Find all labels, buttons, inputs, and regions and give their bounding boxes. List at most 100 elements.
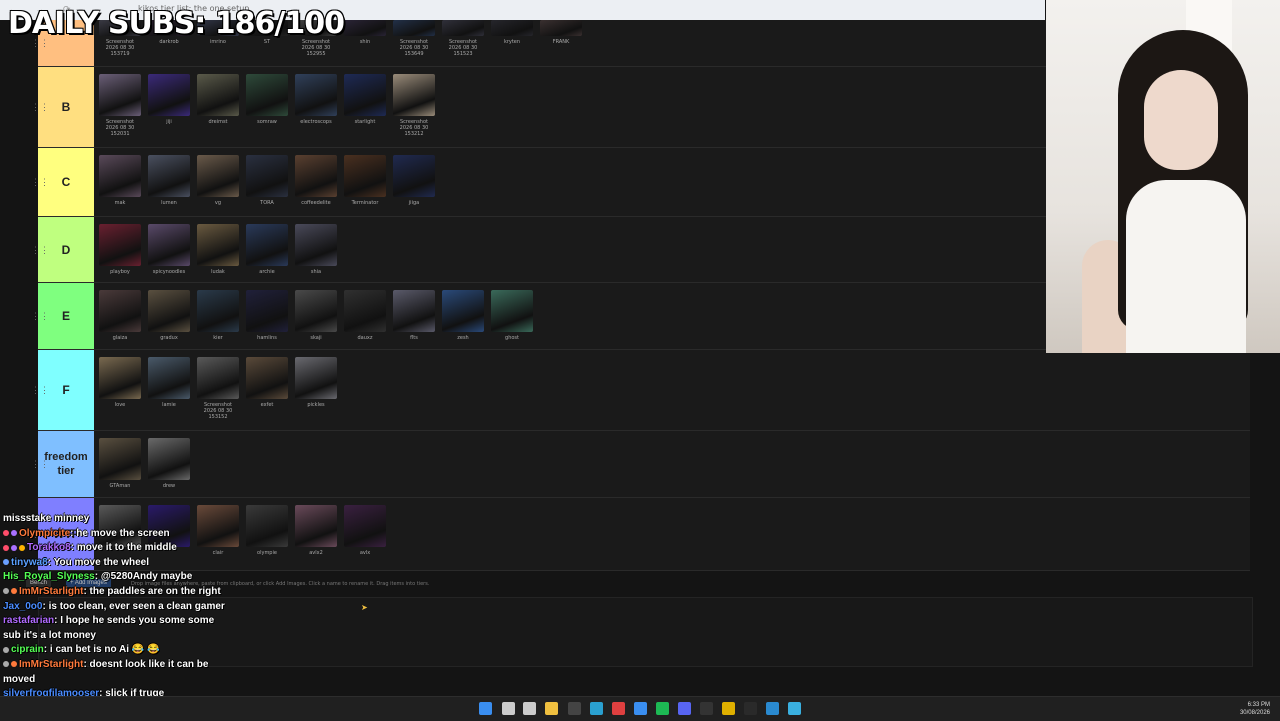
terminal-icon[interactable] — [700, 702, 713, 715]
tier-item[interactable]: zesh — [442, 290, 484, 349]
vscode-icon[interactable] — [766, 702, 779, 715]
setup-thumbnail[interactable] — [148, 224, 190, 266]
chat-username[interactable]: ImMrStarlight — [19, 659, 83, 670]
tier-item[interactable]: avlx2 — [295, 505, 337, 570]
item-caption[interactable]: Screenshot 2026 08 30 152955 — [295, 39, 337, 57]
chat-username[interactable]: Jax_0o0 — [3, 601, 42, 612]
item-caption[interactable]: Screenshot 2026 08 30 153152 — [197, 402, 239, 420]
item-caption[interactable]: kier — [213, 335, 222, 341]
chat-username[interactable]: ImMrStarlight — [19, 586, 83, 597]
tier-item[interactable]: drew — [148, 438, 190, 497]
item-caption[interactable]: dreimst — [208, 119, 227, 125]
setup-thumbnail[interactable] — [197, 290, 239, 332]
setup-thumbnail[interactable] — [246, 224, 288, 266]
item-caption[interactable]: jiji — [166, 119, 172, 125]
tier-item[interactable]: skaji — [295, 290, 337, 349]
setup-thumbnail[interactable] — [99, 224, 141, 266]
item-caption[interactable]: drew — [163, 483, 175, 489]
item-caption[interactable]: Screenshot 2026 08 30 151523 — [442, 39, 484, 57]
setup-thumbnail[interactable] — [344, 155, 386, 197]
drag-handle-icon[interactable]: ⋮⋮ — [31, 386, 49, 395]
item-caption[interactable]: zesh — [457, 335, 468, 341]
drag-handle-icon[interactable]: ⋮⋮ — [31, 460, 49, 469]
tier-item[interactable]: ludak — [197, 224, 239, 282]
setup-thumbnail[interactable] — [491, 20, 533, 36]
setup-thumbnail[interactable] — [295, 290, 337, 332]
item-caption[interactable]: shin — [360, 39, 370, 45]
item-caption[interactable]: coffeedelite — [301, 200, 330, 206]
setup-thumbnail[interactable] — [99, 74, 141, 116]
item-caption[interactable]: avlx — [360, 550, 370, 556]
setup-thumbnail[interactable] — [246, 155, 288, 197]
item-caption[interactable]: TORA — [260, 200, 274, 206]
setup-thumbnail[interactable] — [99, 357, 141, 399]
item-caption[interactable]: playboy — [110, 269, 130, 275]
cmd-icon[interactable] — [744, 702, 757, 715]
tier-item[interactable]: lamie — [148, 357, 190, 430]
drag-handle-icon[interactable]: ⋮⋮ — [31, 39, 49, 48]
drag-handle-icon[interactable]: ⋮⋮ — [31, 178, 49, 187]
item-caption[interactable]: jiiga — [409, 200, 419, 206]
tier-item[interactable]: FRANK — [540, 20, 582, 66]
chat-username[interactable]: Olympicite — [19, 528, 70, 539]
item-caption[interactable]: Screenshot 2026 08 30 153719 — [99, 39, 141, 57]
edge-icon[interactable] — [590, 702, 603, 715]
setup-thumbnail[interactable] — [99, 155, 141, 197]
item-caption[interactable]: starlight — [355, 119, 376, 125]
chat-username[interactable]: rastafarian — [3, 615, 54, 626]
setup-thumbnail[interactable] — [148, 357, 190, 399]
setup-thumbnail[interactable] — [393, 74, 435, 116]
tier-item[interactable]: jiiga — [393, 155, 435, 216]
chrome-icon[interactable] — [612, 702, 625, 715]
chat-username[interactable]: His_Royal_Slyness — [3, 571, 95, 582]
tier-item[interactable]: dauxz — [344, 290, 386, 349]
setup-thumbnail[interactable] — [295, 357, 337, 399]
tier-item[interactable]: Screenshot 2026 08 30 153649 — [393, 20, 435, 66]
app-icon[interactable] — [722, 702, 735, 715]
item-caption[interactable]: hamlins — [257, 335, 277, 341]
setup-thumbnail[interactable] — [393, 290, 435, 332]
item-caption[interactable]: ludak — [211, 269, 225, 275]
tier-item[interactable]: Terminator — [344, 155, 386, 216]
item-caption[interactable]: avlx2 — [309, 550, 323, 556]
item-caption[interactable]: flts — [410, 335, 418, 341]
item-caption[interactable]: shia — [311, 269, 321, 275]
tier-item[interactable]: Screenshot 2026 08 30 151523 — [442, 20, 484, 66]
item-caption[interactable]: Screenshot 2026 08 30 152031 — [99, 119, 141, 137]
store-icon[interactable] — [634, 702, 647, 715]
tier-item[interactable]: Screenshot 2026 08 30 153152 — [197, 357, 239, 430]
item-caption[interactable]: exfet — [261, 402, 274, 408]
tier-item[interactable]: somraw — [246, 74, 288, 147]
item-caption[interactable]: electroscops — [300, 119, 331, 125]
item-caption[interactable]: vg — [215, 200, 221, 206]
tier-item[interactable]: exfet — [246, 357, 288, 430]
item-caption[interactable]: skaji — [310, 335, 321, 341]
tier-item[interactable]: vg — [197, 155, 239, 216]
setup-thumbnail[interactable] — [246, 290, 288, 332]
setup-thumbnail[interactable] — [197, 74, 239, 116]
tier-item[interactable]: shia — [295, 224, 337, 282]
setup-thumbnail[interactable] — [197, 155, 239, 197]
item-caption[interactable]: somraw — [257, 119, 277, 125]
setup-thumbnail[interactable] — [442, 290, 484, 332]
setup-thumbnail[interactable] — [197, 357, 239, 399]
setup-thumbnail[interactable] — [442, 20, 484, 36]
setup-thumbnail[interactable] — [148, 290, 190, 332]
globe-icon[interactable] — [788, 702, 801, 715]
setup-thumbnail[interactable] — [295, 224, 337, 266]
tier-item[interactable]: kier — [197, 290, 239, 349]
tier-item[interactable]: mak — [99, 155, 141, 216]
setup-thumbnail[interactable] — [148, 438, 190, 480]
setup-thumbnail[interactable] — [295, 74, 337, 116]
item-caption[interactable]: Screenshot 2026 08 30 153212 — [393, 119, 435, 137]
item-caption[interactable]: GTAman — [110, 483, 131, 489]
setup-thumbnail[interactable] — [344, 505, 386, 547]
tier-item[interactable]: electroscops — [295, 74, 337, 147]
setup-thumbnail[interactable] — [148, 74, 190, 116]
setup-thumbnail[interactable] — [295, 155, 337, 197]
tier-item[interactable]: archie — [246, 224, 288, 282]
item-caption[interactable]: olympie — [257, 550, 277, 556]
item-caption[interactable]: FRANK — [553, 39, 570, 45]
setup-thumbnail[interactable] — [540, 20, 582, 36]
tier-item[interactable]: starlight — [344, 74, 386, 147]
